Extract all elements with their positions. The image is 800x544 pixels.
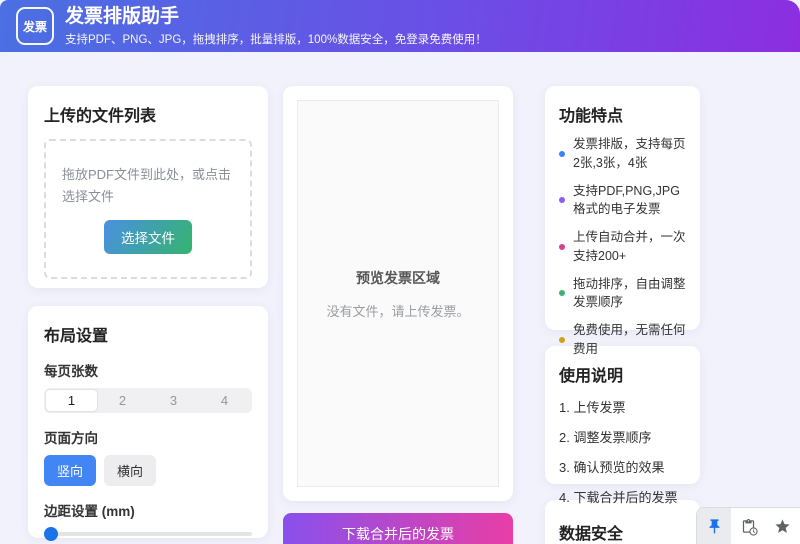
bullet-dot-icon xyxy=(559,197,565,203)
preview-empty-text: 没有文件，请上传发票。 xyxy=(326,301,469,320)
file-dropzone[interactable]: 拖放PDF文件到此处，或点击选择文件 选择文件 xyxy=(44,139,252,279)
per-page-option-1[interactable]: 1 xyxy=(46,390,97,411)
margin-label: 边距设置 (mm) xyxy=(44,500,252,520)
orientation-option-1[interactable]: 横向 xyxy=(104,455,156,486)
star-icon xyxy=(774,518,791,535)
feature-list: 发票排版，支持每页2张,3张，4张支持PDF,PNG,JPG格式的电子发票上传自… xyxy=(559,135,686,359)
per-page-option-4[interactable]: 4 xyxy=(199,390,250,411)
instruction-step-list: 1. 上传发票 2. 调整发票顺序 3. 确认预览的效果 4. 下载合并后的发票 xyxy=(559,397,686,506)
page-title: 发票排版助手 xyxy=(65,6,487,28)
layout-settings-card: 布局设置 每页张数 1234 页面方向 竖向横向 边距设置 (mm) 5mm xyxy=(28,306,268,538)
feature-item: 拖动排序，自由调整发票顺序 xyxy=(559,275,686,313)
feature-text: 拖动排序，自由调整发票顺序 xyxy=(573,275,686,313)
instructions-card: 使用说明 1. 上传发票2. 调整发票顺序3. 确认预览的效果4. 下载合并后的… xyxy=(545,346,700,484)
app-logo-text: 发票 xyxy=(23,18,47,35)
features-card: 功能特点 发票排版，支持每页2张,3张，4张支持PDF,PNG,JPG格式的电子… xyxy=(545,86,700,330)
orientation-buttons: 竖向横向 xyxy=(44,455,252,486)
security-card: 数据安全 xyxy=(545,500,700,544)
main-content: 上传的文件列表 拖放PDF文件到此处，或点击选择文件 选择文件 布局设置 每页张… xyxy=(0,52,800,544)
instruction-step: 2. 调整发票顺序 xyxy=(559,427,686,446)
app-logo: 发票 xyxy=(16,7,54,45)
margin-slider-thumb[interactable] xyxy=(44,527,58,541)
instruction-step: 1. 上传发票 xyxy=(559,397,686,416)
preview-card: 预览发票区域 没有文件，请上传发票。 xyxy=(283,86,513,501)
star-button[interactable] xyxy=(765,508,799,544)
pin-icon xyxy=(706,518,723,535)
security-title: 数据安全 xyxy=(559,520,686,544)
bullet-dot-icon xyxy=(559,151,565,157)
instructions-title: 使用说明 xyxy=(559,362,686,386)
feature-text: 免费使用，无需任何费用 xyxy=(573,321,686,359)
instruction-step: 4. 下载合并后的发票 xyxy=(559,487,686,506)
layout-settings-title: 布局设置 xyxy=(44,322,252,346)
feature-text: 支持PDF,PNG,JPG格式的电子发票 xyxy=(573,182,686,220)
upload-card-title: 上传的文件列表 xyxy=(44,102,252,126)
feature-item: 上传自动合并，一次支持200+ xyxy=(559,228,686,266)
clipboard-button[interactable] xyxy=(731,508,765,544)
orientation-label: 页面方向 xyxy=(44,427,252,447)
dropzone-hint: 拖放PDF文件到此处，或点击选择文件 xyxy=(62,164,234,207)
feature-text: 上传自动合并，一次支持200+ xyxy=(573,228,686,266)
margin-slider[interactable] xyxy=(44,532,252,536)
feature-text: 发票排版，支持每页2张,3张，4张 xyxy=(573,135,686,173)
bullet-dot-icon xyxy=(559,244,565,250)
preview-area-title: 预览发票区域 xyxy=(356,268,440,288)
feature-item: 发票排版，支持每页2张,3张，4张 xyxy=(559,135,686,173)
instruction-step: 3. 确认预览的效果 xyxy=(559,457,686,476)
orientation-option-0[interactable]: 竖向 xyxy=(44,455,96,486)
per-page-option-2[interactable]: 2 xyxy=(97,390,148,411)
feature-item: 支持PDF,PNG,JPG格式的电子发票 xyxy=(559,182,686,220)
features-title: 功能特点 xyxy=(559,102,686,126)
bullet-dot-icon xyxy=(559,290,565,296)
pin-button[interactable] xyxy=(697,508,731,544)
app-header: 发票 发票排版助手 支持PDF、PNG、JPG，拖拽排序，批量排版，100%数据… xyxy=(0,0,800,52)
per-page-option-3[interactable]: 3 xyxy=(148,390,199,411)
browser-extension-toolbar xyxy=(696,507,800,544)
bullet-dot-icon xyxy=(559,337,565,343)
upload-card: 上传的文件列表 拖放PDF文件到此处，或点击选择文件 选择文件 xyxy=(28,86,268,288)
preview-area: 预览发票区域 没有文件，请上传发票。 xyxy=(297,100,499,487)
page-subtitle: 支持PDF、PNG、JPG，拖拽排序，批量排版，100%数据安全，免登录免费使用… xyxy=(65,31,487,47)
per-page-label: 每页张数 xyxy=(44,360,252,380)
choose-file-button[interactable]: 选择文件 xyxy=(104,220,192,254)
per-page-segmented-control: 1234 xyxy=(44,388,252,413)
feature-item: 免费使用，无需任何费用 xyxy=(559,321,686,359)
download-merged-button[interactable]: 下载合并后的发票 xyxy=(283,513,513,544)
clock-badge-icon xyxy=(749,527,758,536)
